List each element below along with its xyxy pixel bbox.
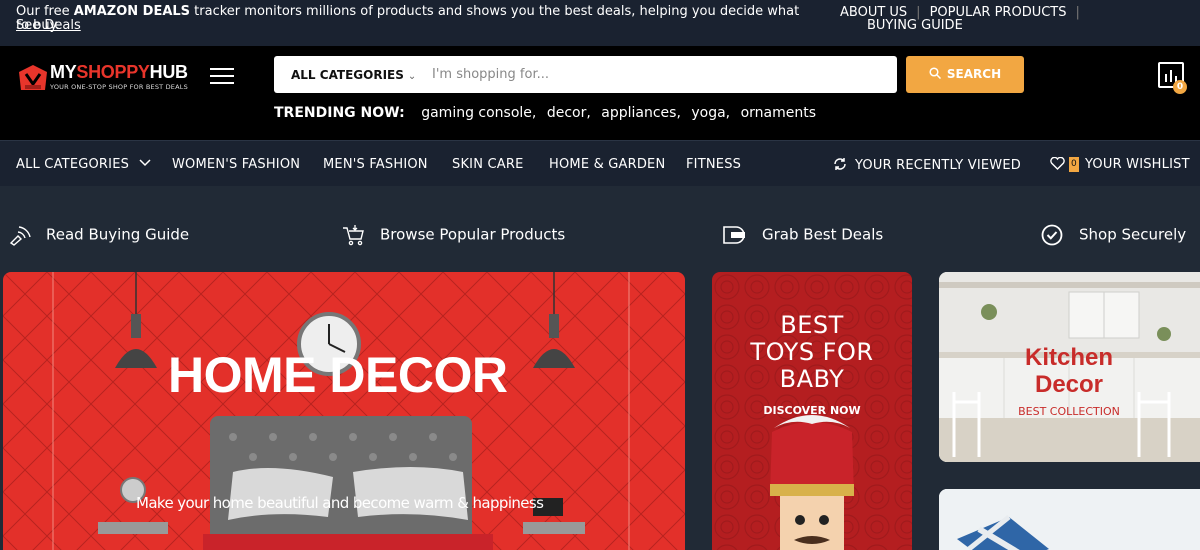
trending-now: TRENDING NOW: gaming console, decor, app… [274,105,822,121]
gift-box-illustration [939,489,1200,550]
wishlist-count-badge: 0 [1069,157,1079,172]
nav-home-garden[interactable]: HOME & GARDEN [549,157,665,172]
toys-title-line: TOYS FOR [750,338,874,366]
nav-womens-fashion[interactable]: WOMEN'S FASHION [172,157,300,172]
search-bar: ALL CATEGORIES ⌄ [274,56,897,93]
features-row: Read Buying Guide Browse Popular Product… [0,186,1200,272]
trending-label: TRENDING NOW: [274,105,405,121]
search-icon [929,67,941,80]
announcement-prefix: Our free [16,4,74,19]
rss-guide-icon [9,226,31,246]
check-circle-icon [1041,224,1063,246]
feature-label: Shop Securely [1079,225,1187,244]
kitchen-title-line: Decor [1034,371,1104,398]
feature-label: Grab Best Deals [762,225,884,244]
heart-icon [1050,156,1065,170]
toys-title-line: BABY [779,365,845,393]
nav-mens-fashion[interactable]: MEN'S FASHION [323,157,428,172]
logo-wordmark: MYSHOPPYHUB [50,62,188,83]
nav-skin-care[interactable]: SKIN CARE [452,157,524,172]
search-button[interactable]: SEARCH [906,56,1024,93]
nav-all-categories-label: ALL CATEGORIES [16,157,130,172]
search-button-label: SEARCH [946,67,1002,81]
search-input[interactable] [432,62,872,87]
see-deals-link[interactable]: See Deals [16,18,81,33]
logo-tagline: YOUR ONE-STOP SHOP FOR BEST DEALS [50,83,188,91]
refresh-icon [834,158,846,170]
kitchen-decor-title: Kitchen Decor [1019,344,1119,398]
category-select[interactable]: ALL CATEGORIES ⌄ [291,68,416,82]
cart-icon [343,225,364,246]
toys-title-line: BEST [780,311,844,339]
announcement-text: Our free AMAZON DEALS tracker monitors m… [16,5,816,33]
gift-banner[interactable] [939,489,1200,550]
logo-part-1: MY [50,62,77,82]
buying-guide-link[interactable]: BUYING GUIDE [867,18,963,33]
feature-label: Browse Popular Products [380,225,566,244]
trending-tag[interactable]: yoga, [691,105,730,121]
feature-buying-guide[interactable]: Read Buying Guide [8,224,189,246]
chevron-down-icon [139,159,151,167]
wishlist-link[interactable]: 0 YOUR WISHLIST [1050,156,1190,172]
nav-all-categories[interactable]: ALL CATEGORIES [16,157,151,172]
best-collection-link[interactable]: BEST COLLECTION [999,405,1139,418]
toys-banner[interactable]: BEST TOYS FOR BABY DISCOVER NOW [712,272,912,550]
trending-tag[interactable]: appliances, [601,105,681,121]
feature-best-deals[interactable]: Grab Best Deals [722,224,883,246]
site-logo[interactable]: MYSHOPPYHUB YOUR ONE-STOP SHOP FOR BEST … [16,60,196,96]
chevron-down-icon: ⌄ [407,71,417,82]
site-header: MYSHOPPYHUB YOUR ONE-STOP SHOP FOR BEST … [0,46,1200,140]
home-decor-title: HOME DECOR [168,347,508,403]
trending-tag[interactable]: gaming console, [421,105,536,121]
trending-tag[interactable]: decor, [547,105,591,121]
toys-title: BEST TOYS FOR BABY [712,312,912,393]
nav-fitness[interactable]: FITNESS [686,157,741,172]
top-announcement-bar: Our free AMAZON DEALS tracker monitors m… [0,0,1200,46]
logo-part-2: SHOPPY [76,62,150,82]
logo-part-3: HUB [149,62,188,82]
wishlist-label: YOUR WISHLIST [1085,157,1190,172]
logo-bag-icon [19,65,47,90]
deal-tag-icon [723,226,745,244]
feature-popular-products[interactable]: Browse Popular Products [342,224,565,246]
recently-viewed-label: YOUR RECENTLY VIEWED [855,158,1021,173]
announcement-bold: AMAZON DEALS [73,4,191,19]
recently-viewed-link[interactable]: YOUR RECENTLY VIEWED [833,157,1021,173]
cart-count-badge: 0 [1173,80,1187,94]
kitchen-decor-banner[interactable]: Kitchen Decor BEST COLLECTION [939,272,1200,462]
discover-now-link[interactable]: DISCOVER NOW [712,404,912,417]
home-decor-subtitle: Make your home beautiful and become warm… [136,494,544,512]
menu-icon[interactable] [210,68,234,86]
home-decor-banner[interactable]: HOME DECOR Make your home beautiful and … [3,272,685,550]
trending-tag[interactable]: ornaments [741,105,816,121]
main-nav: ALL CATEGORIES WOMEN'S FASHION MEN'S FAS… [0,140,1200,186]
separator: | [1075,5,1080,20]
feature-shop-securely[interactable]: Shop Securely [1041,224,1186,246]
feature-label: Read Buying Guide [46,225,190,244]
category-select-label: ALL CATEGORIES [291,68,404,82]
kitchen-title-line: Kitchen [1024,344,1113,371]
